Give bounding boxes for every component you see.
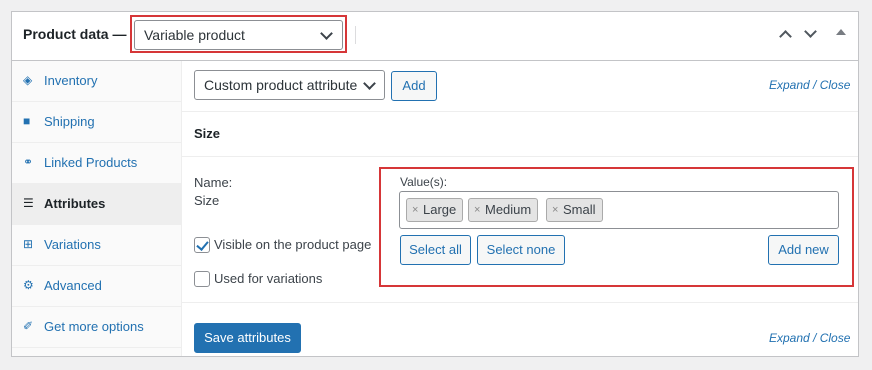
- expand-link[interactable]: Expand: [769, 78, 810, 92]
- attribute-body: Name: Size Visible on the product page U…: [182, 157, 858, 303]
- value-token-label: Small: [563, 202, 596, 217]
- move-up-button[interactable]: [778, 28, 794, 44]
- product-data-header: Product data — Variable product: [12, 12, 858, 61]
- value-token-label: Large: [423, 202, 457, 217]
- link-separator: /: [809, 78, 820, 92]
- link-separator: /: [809, 331, 820, 345]
- expand-close-links: Expand / Close: [769, 331, 850, 345]
- sidebar-item-inventory[interactable]: ◈ Inventory: [12, 61, 181, 102]
- name-label: Name:: [194, 175, 233, 190]
- tag-icon: ◈: [23, 73, 33, 87]
- name-value: Size: [194, 193, 220, 208]
- checkmark-icon: [196, 238, 209, 251]
- chevron-up-icon: [779, 30, 792, 43]
- remove-icon[interactable]: ×: [474, 199, 480, 221]
- sidebar-item-variations[interactable]: ⊞ Variations: [12, 225, 181, 266]
- add-attribute-button[interactable]: Add: [391, 71, 437, 101]
- chevron-down-icon: [363, 77, 376, 90]
- visible-label: Visible on the product page: [214, 237, 372, 252]
- sidebar-item-attributes[interactable]: ☰ Attributes: [12, 184, 181, 225]
- value-token: × Medium: [468, 198, 539, 222]
- attributes-panel: Custom product attribute Add Expand / Cl…: [182, 61, 858, 356]
- variations-label: Used for variations: [214, 271, 323, 286]
- product-type-value: Variable product: [144, 27, 245, 43]
- header-divider: [355, 26, 356, 44]
- product-data-tabs: ◈ Inventory ■ Shipping ⚭ Linked Products…: [12, 61, 182, 356]
- product-type-select[interactable]: Variable product: [134, 20, 343, 50]
- chevron-down-icon: [320, 27, 333, 40]
- remove-icon[interactable]: ×: [412, 199, 418, 221]
- collapse-toggle-icon[interactable]: [836, 29, 846, 35]
- sidebar-item-label: Linked Products: [44, 155, 138, 170]
- plugin-icon: ✐: [23, 319, 34, 333]
- sidebar-item-get-more-options[interactable]: ✐ Get more options: [12, 307, 181, 348]
- sidebar-item-label: Inventory: [44, 73, 98, 88]
- gear-icon: ⚙: [23, 278, 34, 292]
- sidebar-item-linked-products[interactable]: ⚭ Linked Products: [12, 143, 181, 184]
- remove-icon[interactable]: ×: [552, 199, 558, 221]
- sidebar-item-advanced[interactable]: ⚙ Advanced: [12, 266, 181, 307]
- attribute-title: Size: [194, 126, 221, 141]
- attributes-toolbar: Custom product attribute Add Expand / Cl…: [182, 61, 858, 112]
- list-icon: ☰: [23, 196, 34, 210]
- close-link[interactable]: Close: [820, 331, 851, 345]
- move-down-button[interactable]: [803, 25, 819, 44]
- sidebar-item-label: Get more options: [44, 319, 144, 334]
- sidebar-item-label: Variations: [44, 237, 101, 252]
- select-all-button[interactable]: Select all: [400, 235, 471, 265]
- values-input[interactable]: × Large × Medium × Small: [399, 191, 839, 229]
- sidebar-item-label: Attributes: [44, 196, 106, 211]
- sidebar-item-shipping[interactable]: ■ Shipping: [12, 102, 181, 143]
- value-token: × Small: [546, 198, 603, 222]
- visible-checkbox[interactable]: [194, 237, 210, 253]
- attribute-header[interactable]: Size: [182, 112, 858, 157]
- select-none-button[interactable]: Select none: [477, 235, 565, 265]
- values-label: Value(s):: [400, 175, 448, 189]
- variations-checkbox[interactable]: [194, 271, 210, 287]
- add-new-button[interactable]: Add new: [768, 235, 839, 265]
- attribute-type-select[interactable]: Custom product attribute: [194, 70, 385, 100]
- grid-icon: ⊞: [23, 237, 34, 251]
- expand-link[interactable]: Expand: [769, 331, 810, 345]
- attributes-footer: Save attributes Expand / Close: [182, 303, 858, 356]
- save-attributes-button[interactable]: Save attributes: [194, 323, 301, 353]
- value-token: × Large: [406, 198, 464, 222]
- truck-icon: ■: [23, 114, 31, 128]
- value-token-label: Medium: [485, 202, 532, 217]
- attribute-type-value: Custom product attribute: [204, 77, 358, 93]
- link-icon: ⚭: [23, 155, 34, 169]
- close-link[interactable]: Close: [820, 78, 851, 92]
- chevron-down-icon: [804, 25, 817, 38]
- sidebar-item-label: Shipping: [44, 114, 95, 129]
- expand-close-links: Expand / Close: [769, 78, 850, 92]
- panel-title: Product data —: [23, 26, 127, 42]
- sidebar-item-label: Advanced: [44, 278, 102, 293]
- product-data-panel: Product data — Variable product ◈ Invent…: [11, 11, 859, 357]
